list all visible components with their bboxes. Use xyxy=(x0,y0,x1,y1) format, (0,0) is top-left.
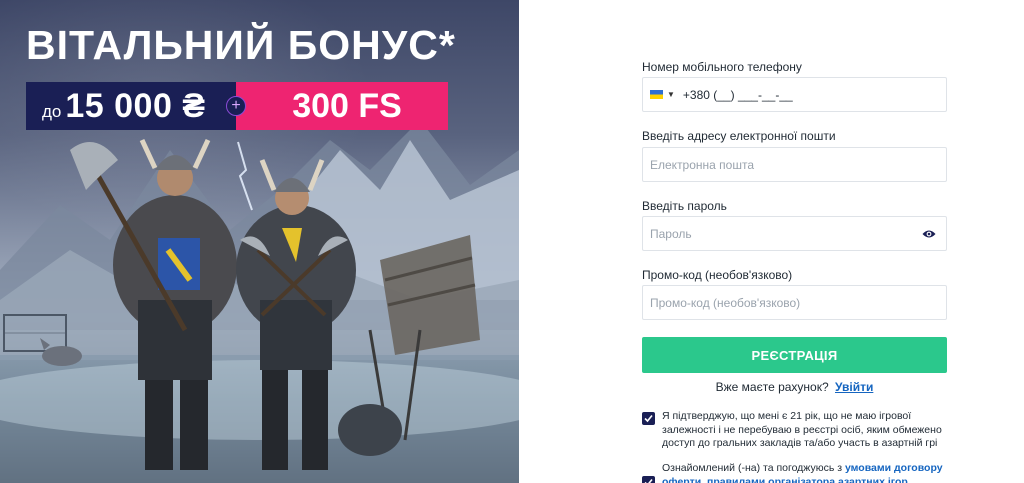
email-label: Введіть адресу електронної пошти xyxy=(642,129,836,143)
vikings-hockey-illustration xyxy=(0,120,519,483)
phone-label: Номер мобільного телефону xyxy=(642,60,802,74)
email-input[interactable]: Електронна пошта xyxy=(642,147,947,182)
password-label: Введіть пароль xyxy=(642,199,727,213)
login-link[interactable]: Увійти xyxy=(835,380,873,394)
promo-code-input[interactable]: Промо-код (необов'язково) xyxy=(642,285,947,320)
password-input[interactable]: Пароль xyxy=(642,216,947,251)
promo-label: Промо-код (необов'язково) xyxy=(642,268,793,282)
bonus-amount-box: до 15 000 ₴ xyxy=(26,82,236,130)
eye-icon[interactable] xyxy=(922,228,936,240)
bonus-prefix: до xyxy=(42,102,62,121)
terms-consent-text: Ознайомлений (-на) та погоджуюсь з умова… xyxy=(662,462,947,483)
phone-input[interactable]: ▼ +380 (__) ___-__-__ xyxy=(642,77,947,112)
age-consent-text: Я підтверджую, що мені є 21 рік, що не м… xyxy=(662,410,942,449)
register-button[interactable]: РЕЄСТРАЦІЯ xyxy=(642,337,947,373)
ukraine-flag-icon[interactable] xyxy=(650,90,663,99)
bonus-amount: 15 000 ₴ xyxy=(65,86,206,125)
chevron-down-icon[interactable]: ▼ xyxy=(667,90,675,99)
terms-consent-prefix: Ознайомлений (-на) та погоджуюсь з xyxy=(662,462,843,474)
welcome-bonus-title: ВІТАЛЬНИЙ БОНУС* xyxy=(26,22,456,68)
bonus-offer: до 15 000 ₴ 300 FS + xyxy=(26,82,448,130)
age-consent-checkbox[interactable] xyxy=(642,412,655,425)
password-placeholder: Пароль xyxy=(650,226,692,241)
plus-icon: + xyxy=(226,96,246,116)
email-placeholder: Електронна пошта xyxy=(650,157,755,172)
login-prompt-row: Вже маєте рахунок? Увійти xyxy=(642,380,947,394)
checkmark-icon xyxy=(644,414,653,423)
promo-banner: ВІТАЛЬНИЙ БОНУС* до 15 000 ₴ 300 FS + xyxy=(0,0,519,483)
promo-placeholder: Промо-код (необов'язково) xyxy=(650,295,801,310)
phone-value: +380 (__) ___-__-__ xyxy=(682,87,793,102)
login-prompt: Вже маєте рахунок? xyxy=(715,380,829,394)
terms-consent-checkbox[interactable] xyxy=(642,476,655,483)
free-spins-box: 300 FS xyxy=(236,82,448,130)
checkmark-icon xyxy=(644,478,653,483)
